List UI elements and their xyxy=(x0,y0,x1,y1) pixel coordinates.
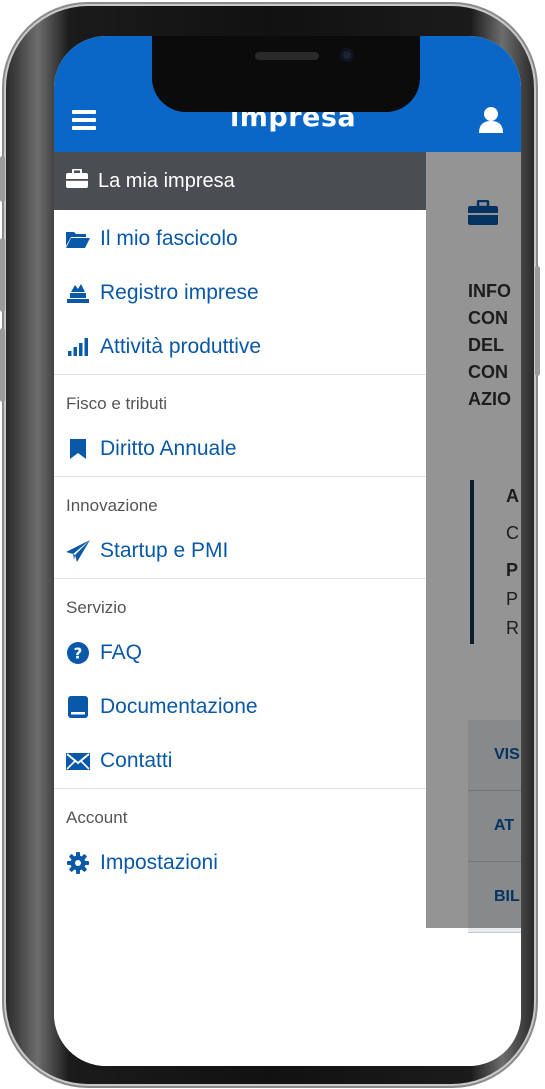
svg-text:?: ? xyxy=(74,645,83,663)
menu-item-label: Impostazioni xyxy=(100,851,218,874)
menu-item-contatti[interactable]: Contatti xyxy=(54,734,426,788)
menu-item-startup[interactable]: Startup e PMI xyxy=(54,524,426,578)
menu-item-label: Il mio fascicolo xyxy=(100,227,238,250)
front-camera xyxy=(340,48,354,62)
menu-item-label: FAQ xyxy=(100,641,143,664)
power-button xyxy=(535,266,540,376)
volume-down-button xyxy=(0,328,5,402)
menu-item-diritto-annuale[interactable]: Diritto Annuale xyxy=(54,422,426,476)
menu-icon[interactable] xyxy=(72,110,96,130)
navigation-drawer: La mia impresa Il mio fascicolo Registro… xyxy=(54,152,426,1066)
section-innovazione: Innovazione xyxy=(54,476,426,524)
volume-up-button xyxy=(0,238,5,312)
section-title: Innovazione xyxy=(66,496,158,515)
menu-item-registro[interactable]: Registro imprese xyxy=(54,266,426,320)
envelope-icon xyxy=(66,752,90,770)
speaker-grille xyxy=(255,52,319,60)
registry-icon xyxy=(66,283,90,303)
section-title: Account xyxy=(66,808,128,827)
menu-item-label: Contatti xyxy=(100,749,173,772)
menu-item-attivita[interactable]: Attività produttive xyxy=(54,320,426,374)
menu-item-label: Documentazione xyxy=(100,695,258,718)
drawer-header[interactable]: La mia impresa xyxy=(54,152,426,210)
mute-switch xyxy=(0,156,5,202)
briefcase-icon xyxy=(66,168,88,194)
bar-chart-icon xyxy=(66,338,90,356)
section-title: Fisco e tributi xyxy=(66,394,168,413)
section-fisco: Fisco e tributi xyxy=(54,374,426,422)
drawer-scrim[interactable] xyxy=(426,152,521,928)
menu-item-label: Registro imprese xyxy=(100,281,259,304)
menu-item-label: Startup e PMI xyxy=(100,539,229,562)
book-icon xyxy=(66,696,90,718)
notch xyxy=(152,36,420,112)
menu-item-impostazioni[interactable]: Impostazioni xyxy=(54,836,426,890)
user-icon[interactable] xyxy=(478,106,504,134)
gear-icon xyxy=(66,852,90,874)
section-servizio: Servizio xyxy=(54,578,426,626)
section-title: Servizio xyxy=(66,598,127,617)
paper-plane-icon xyxy=(66,540,90,562)
bookmark-icon xyxy=(66,439,90,459)
menu-item-documentazione[interactable]: Documentazione xyxy=(54,680,426,734)
question-circle-icon: ? xyxy=(66,642,90,664)
folder-open-icon xyxy=(66,230,90,248)
menu-item-faq[interactable]: ? FAQ xyxy=(54,626,426,680)
phone-screen: impresa INFO CON DEL CON AZIO A C P P R … xyxy=(54,36,521,1066)
phone-frame: impresa INFO CON DEL CON AZIO A C P P R … xyxy=(0,6,540,1084)
menu-item-fascicolo[interactable]: Il mio fascicolo xyxy=(54,212,426,266)
drawer-header-label: La mia impresa xyxy=(98,169,235,192)
menu-item-label: Diritto Annuale xyxy=(100,437,237,460)
section-account: Account xyxy=(54,788,426,836)
menu-item-label: Attività produttive xyxy=(100,335,262,358)
